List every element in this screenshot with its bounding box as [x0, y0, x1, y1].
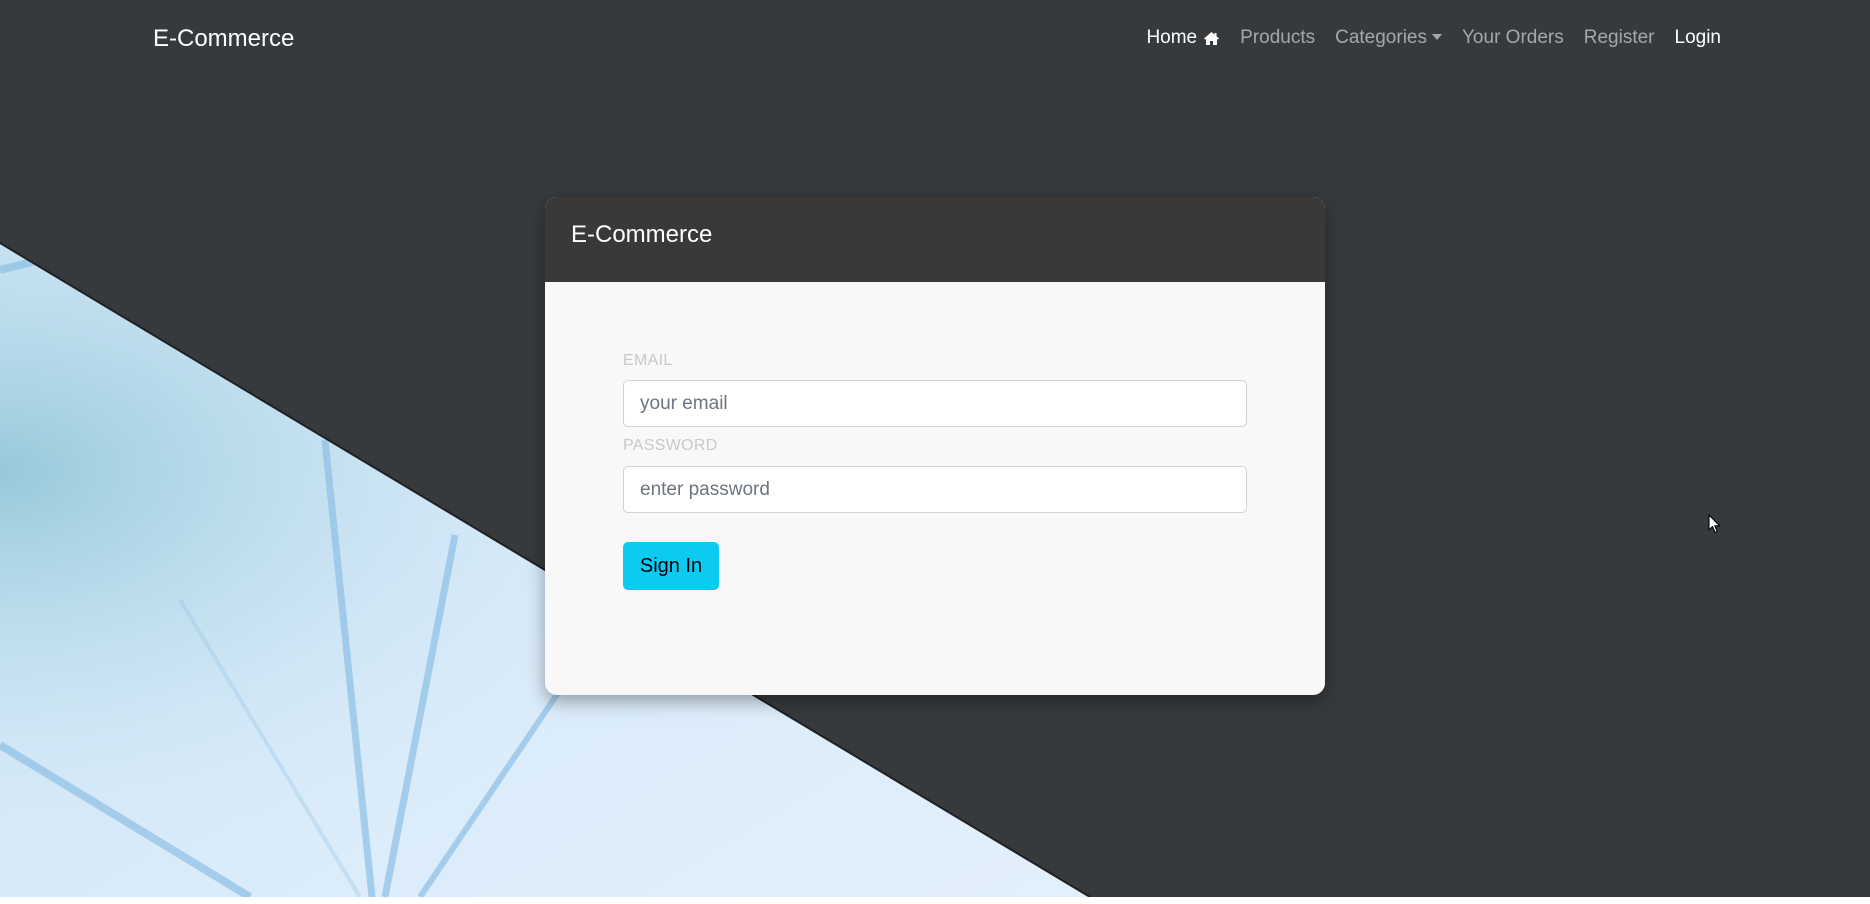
login-card-header: E-Commerce: [545, 197, 1325, 282]
login-card-title: E-Commerce: [571, 221, 713, 248]
email-label: EMAIL: [623, 352, 673, 369]
nav-home-label: Home: [1146, 27, 1198, 48]
nav-categories-dropdown[interactable]: Categories: [1325, 27, 1452, 49]
nav-your-orders[interactable]: Your Orders: [1452, 27, 1574, 49]
email-field[interactable]: [623, 380, 1247, 427]
nav-login[interactable]: Login: [1665, 27, 1722, 49]
nav-categories-label: Categories: [1335, 27, 1427, 48]
mouse-pointer-icon: [1708, 514, 1722, 539]
home-icon: [1203, 31, 1220, 46]
nav-your-orders-label: Your Orders: [1462, 27, 1564, 48]
brand-link[interactable]: E-Commerce: [153, 25, 294, 53]
nav-register-label: Register: [1583, 27, 1655, 48]
login-card: E-Commerce EMAIL PASSWORD Sign In: [545, 197, 1325, 695]
password-field[interactable]: [623, 466, 1247, 513]
nav-products-label: Products: [1240, 27, 1316, 48]
page: E-Commerce Home Products Categories Your…: [0, 0, 1870, 904]
nav-home[interactable]: Home: [1136, 27, 1230, 49]
navbar: E-Commerce Home Products Categories Your…: [0, 0, 1870, 80]
nav-register[interactable]: Register: [1574, 27, 1665, 49]
sign-in-button[interactable]: Sign In: [623, 542, 719, 590]
password-label: PASSWORD: [623, 437, 718, 454]
nav-login-label: Login: [1674, 27, 1722, 48]
nav-products[interactable]: Products: [1230, 27, 1325, 49]
nav-menu: Home Products Categories Your Orders Reg…: [1136, 27, 1721, 49]
chevron-down-icon: [1432, 34, 1442, 40]
